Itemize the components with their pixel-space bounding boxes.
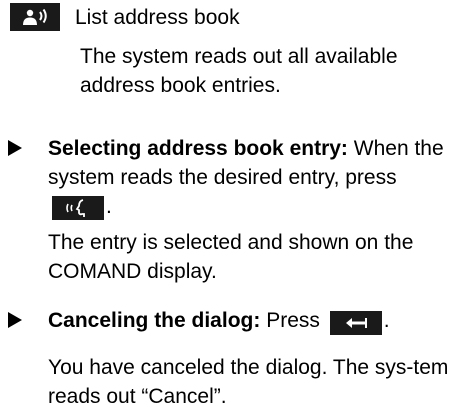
talk-button-icon [52,196,104,220]
step-canceling-dialog: Canceling the dialog: Press . [0,306,462,335]
bullet-arrow-icon [8,140,22,156]
step-result: The entry is selected and shown on the C… [48,231,414,283]
command-description: The system reads out all available addre… [80,45,398,97]
step-title: Canceling the dialog: [48,309,261,332]
step-text: Selecting address book entry: When the s… [48,134,458,221]
voice-command-label: List address book [75,5,240,29]
voice-command-row: List address book [10,2,240,32]
step-instruction: Press [266,309,320,332]
step-instruction-end: . [106,195,112,218]
step-instruction-end: . [383,309,390,332]
step-text: Canceling the dialog: Press . [48,306,458,335]
back-button-icon [329,311,382,335]
step-title: Selecting address book entry: [48,137,348,160]
voice-command-person-icon [10,3,60,31]
step-result: You have canceled the dialog. The sys-te… [48,356,449,408]
bullet-arrow-icon [8,312,22,328]
step-selecting-entry: Selecting address book entry: When the s… [0,134,462,221]
